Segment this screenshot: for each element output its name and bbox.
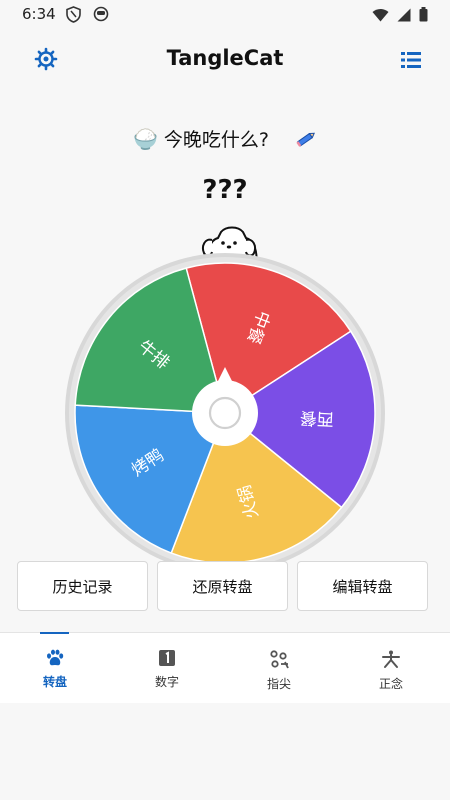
nav-label-mindfulness: 正念 <box>378 677 403 691</box>
rice-bowl-icon: 🍚 <box>133 126 158 151</box>
fingertip-icon <box>270 650 289 669</box>
nav-tab-number[interactable]: 数字 <box>127 649 207 690</box>
battery-icon <box>419 7 428 26</box>
result-display: ??? <box>202 175 248 205</box>
history-button[interactable]: 历史记录 <box>17 561 148 611</box>
wheel-segment-label: 西餐 <box>299 407 334 429</box>
wifi-icon <box>372 7 389 26</box>
mindfulness-icon <box>382 650 400 668</box>
edit-pencil-icon[interactable] <box>295 128 317 150</box>
signal-icon <box>397 7 411 26</box>
edit-wheel-button[interactable]: 编辑转盘 <box>297 561 428 611</box>
number-one-icon <box>159 650 175 666</box>
face-icon <box>93 6 109 27</box>
app-bar: TangleCat <box>0 36 450 86</box>
wheel-area: 中餐 西餐 火锅 烤鸭 牛排 <box>60 220 390 573</box>
nav-label-fingertip: 指尖 <box>266 677 291 691</box>
reset-wheel-button[interactable]: 还原转盘 <box>157 561 288 611</box>
list-icon <box>401 52 421 68</box>
status-time: 6:34 <box>22 5 56 23</box>
shield-icon <box>66 6 81 27</box>
question-row: 🍚 今晚吃什么? <box>0 125 450 152</box>
nav-tab-fingertip[interactable]: 指尖 <box>239 649 319 692</box>
nav-tab-wheel[interactable]: 转盘 <box>15 649 95 690</box>
question-title: 今晚吃什么? <box>163 129 269 151</box>
app-title: TangleCat <box>166 46 284 70</box>
nav-active-indicator <box>40 632 69 634</box>
list-menu-button[interactable] <box>399 48 423 72</box>
status-bar: 6:34 <box>0 0 450 30</box>
nav-tab-mindfulness[interactable]: 正念 <box>351 649 431 692</box>
nav-label-number: 数字 <box>154 675 179 689</box>
action-buttons: 历史记录 还原转盘 编辑转盘 <box>17 561 433 613</box>
bottom-nav: 转盘 数字 指尖 正念 <box>0 632 450 703</box>
nav-label-wheel: 转盘 <box>42 675 67 689</box>
paw-icon <box>47 649 64 666</box>
